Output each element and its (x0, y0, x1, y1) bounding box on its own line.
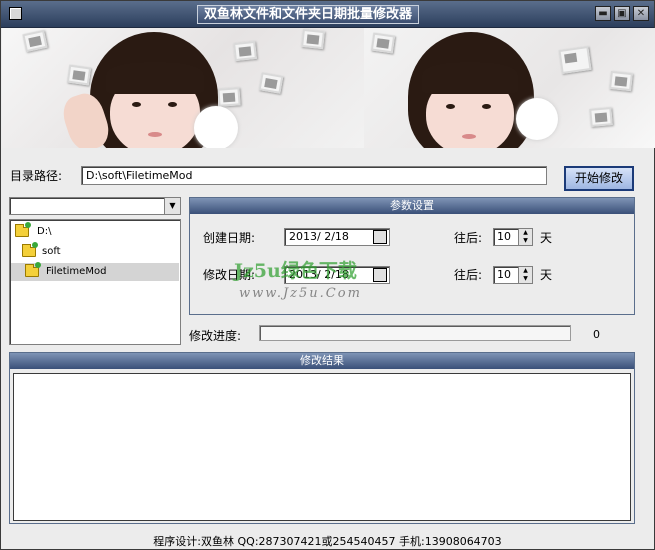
created-offset-spinner[interactable]: 10 ▲ ▼ (493, 228, 533, 246)
created-date-picker[interactable]: 2013/ 2/18 (284, 228, 390, 246)
drive-select[interactable]: ▼ (9, 197, 181, 215)
portrait-earmuff (516, 98, 558, 140)
modified-day-unit: 天 (540, 268, 553, 282)
tree-item-filetimemod[interactable]: FiletimeMod (11, 262, 179, 281)
portrait-bangs (106, 62, 204, 94)
created-date-label: 创建日期: (203, 231, 256, 245)
folder-tree[interactable]: D:\ soft FiletimeMod (9, 219, 181, 345)
window-title: 双鱼林文件和文件夹日期批量修改器 (197, 5, 419, 24)
progress-bar (259, 325, 571, 341)
tree-item-drive[interactable]: D:\ (15, 222, 175, 241)
modified-offset-value: 10 (497, 268, 511, 281)
params-title: 参数设置 (190, 198, 634, 214)
watermark-logo: Jz5u绿色下载 (234, 260, 357, 282)
photo-snapshot-decor (609, 70, 633, 92)
path-label: 目录路径: (10, 169, 63, 183)
created-date-value: 2013/ 2/18 (289, 230, 349, 243)
start-modify-button[interactable]: 开始修改 (564, 166, 634, 191)
watermark-url: www.Jz5u.Com (239, 286, 362, 301)
close-icon: ✕ (636, 8, 646, 19)
modified-offset-spinner[interactable]: 10 ▲ ▼ (493, 266, 533, 284)
tree-item-label: FiletimeMod (46, 266, 107, 277)
spinner-arrows-icon[interactable]: ▲ ▼ (518, 267, 532, 283)
credits-footer: 程序设计:双鱼林 QQ:287307421或254540457 手机:13908… (153, 535, 502, 548)
minimize-button[interactable]: ▬ (595, 6, 611, 21)
tree-item-label: D:\ (37, 226, 52, 237)
calendar-icon[interactable] (373, 230, 387, 244)
maximize-button[interactable]: ▣ (614, 6, 630, 21)
spinner-arrows-icon[interactable]: ▲ ▼ (518, 229, 532, 245)
photo-snapshot-decor (589, 107, 613, 127)
tree-item-label: soft (42, 246, 61, 257)
created-day-unit: 天 (540, 231, 553, 245)
modified-offset-label: 往后: (454, 268, 483, 282)
dropdown-arrow-icon[interactable]: ▼ (164, 198, 180, 214)
results-title: 修改结果 (10, 353, 634, 369)
results-group: 修改结果 (9, 352, 635, 524)
path-input[interactable]: D:\soft\FiletimeMod (81, 166, 547, 185)
banner-image (2, 28, 655, 148)
banner-photo-left (2, 28, 364, 148)
portrait-eye (446, 104, 455, 109)
portrait-eye (132, 102, 141, 107)
title-bar[interactable]: 双鱼林文件和文件夹日期批量修改器 ▬ ▣ ✕ (1, 1, 654, 28)
open-folder-icon (22, 242, 38, 257)
photo-snapshot-decor (370, 32, 396, 54)
created-offset-label: 往后: (454, 231, 483, 245)
photo-snapshot-decor (258, 72, 284, 94)
portrait-eye (482, 104, 491, 109)
app-window: 双鱼林文件和文件夹日期批量修改器 ▬ ▣ ✕ 目录路径: D:\soft\Fil… (0, 0, 655, 550)
portrait-bangs (422, 62, 518, 94)
photo-snapshot-decor (301, 28, 325, 50)
photo-snapshot-decor (22, 29, 48, 53)
progress-label: 修改进度: (189, 329, 242, 343)
photo-snapshot-decor (217, 87, 241, 107)
system-menu-icon[interactable] (9, 7, 22, 20)
progress-value: 0 (593, 328, 600, 341)
close-button[interactable]: ✕ (633, 6, 649, 21)
minimize-icon: ▬ (598, 8, 608, 19)
portrait-lips (148, 132, 162, 137)
photo-snapshot-decor (558, 46, 592, 74)
photo-snapshot-decor (233, 40, 257, 62)
created-offset-value: 10 (497, 230, 511, 243)
tree-item-soft[interactable]: soft (22, 242, 172, 261)
results-list[interactable] (13, 373, 631, 521)
open-folder-icon (25, 262, 41, 277)
photo-snapshot-decor (66, 64, 92, 86)
open-folder-icon (15, 222, 31, 237)
banner-photo-right (364, 28, 655, 148)
maximize-icon: ▣ (617, 8, 627, 19)
portrait-earmuff (194, 106, 238, 148)
portrait-eye (168, 102, 177, 107)
portrait-lips (462, 134, 476, 139)
